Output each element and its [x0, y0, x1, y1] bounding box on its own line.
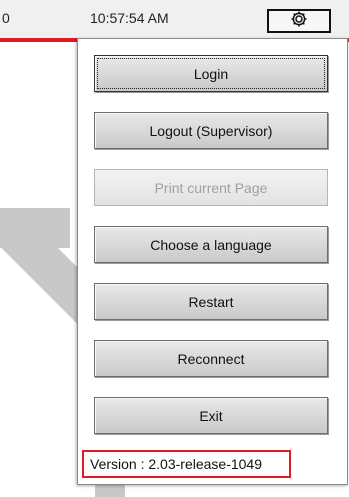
topbar-left-text: 0 [2, 10, 10, 26]
clock: 10:57:54 AM [90, 10, 169, 26]
login-button[interactable]: Login [94, 55, 328, 92]
print-page-button: Print current Page [94, 169, 328, 206]
settings-menu: Login Logout (Supervisor) Print current … [77, 38, 348, 485]
top-bar: 0 10:57:54 AM [0, 0, 349, 38]
choose-language-button[interactable]: Choose a language [94, 226, 328, 263]
version-label: Version : 2.03-release-1049 [82, 450, 291, 478]
reconnect-button[interactable]: Reconnect [94, 340, 328, 377]
logout-button[interactable]: Logout (Supervisor) [94, 112, 328, 149]
exit-button[interactable]: Exit [94, 397, 328, 434]
settings-button[interactable] [267, 9, 331, 33]
gear-icon [290, 10, 308, 33]
restart-button[interactable]: Restart [94, 283, 328, 320]
